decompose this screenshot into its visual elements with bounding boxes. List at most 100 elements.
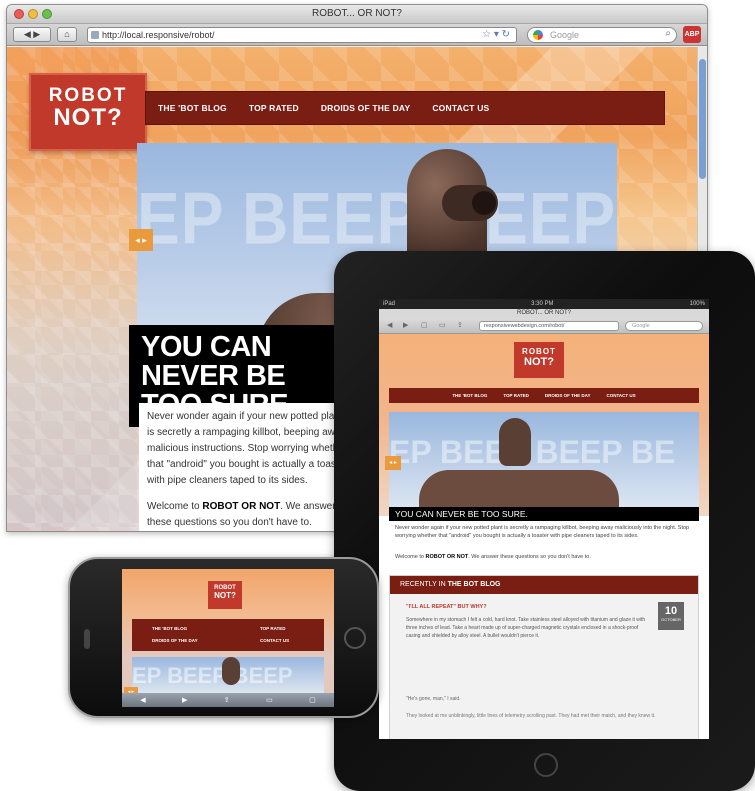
ipad-recent-posts-panel: RECENTLY IN THE BOT BLOG "I'LL ALL REPEA… [389, 575, 699, 739]
iphone-logo-line-2: NOT? [214, 591, 236, 600]
browser-toolbar: ◀ ▶ ⌂ http://local.responsive/robot/ ☆ ▾… [7, 24, 707, 46]
iphone-speaker-grille [84, 629, 90, 649]
iphone-site-logo[interactable]: ROBOT NOT? [208, 581, 242, 609]
iphone-home-button[interactable] [344, 627, 366, 649]
ipad-main-nav: THE 'BOT BLOG TOP RATED DROIDS OF THE DA… [389, 388, 699, 403]
ipad-share-icon[interactable]: ⇪ [457, 321, 463, 329]
ipad-nav-item-bot-blog[interactable]: THE 'BOT BLOG [452, 393, 487, 398]
ipad-carrier: iPad [383, 301, 396, 307]
iphone-back-icon[interactable]: ◀ [140, 696, 145, 704]
ipad-panel-heading: RECENTLY IN THE BOT BLOG [390, 576, 698, 594]
nav-item-bot-blog[interactable]: THE 'BOT BLOG [158, 103, 227, 113]
ipad-welcome-prefix: Welcome to [395, 554, 424, 560]
iphone-share-icon[interactable]: ⇪ [224, 696, 230, 704]
site-logo[interactable]: ROBOT NOT? [29, 73, 147, 151]
welcome-brand: ROBOT OR NOT [202, 501, 281, 512]
ipad-robot-head-graphic [499, 418, 531, 466]
iphone-main-nav: THE 'BOT BLOG DROIDS OF THE DAY TOP RATE… [132, 619, 324, 651]
ipad-screen: iPad 3:30 PM 100% ROBOT... OR NOT? ◀ ▶ ▢… [379, 299, 709, 739]
intro-text-block: Never wonder again if your new potted pl… [139, 403, 359, 531]
scrollbar-thumb[interactable] [699, 59, 706, 179]
ipad-robot-body-graphic [419, 470, 619, 507]
ipad-pages-icon[interactable]: ▢ [421, 321, 428, 329]
address-url: http://local.responsive/robot/ [102, 30, 215, 40]
ipad-forward-icon[interactable]: ▶ [403, 321, 408, 329]
main-nav: THE 'BOT BLOG TOP RATED DROIDS OF THE DA… [145, 91, 665, 125]
ipad-welcome-suffix: . We answer these questions so you don't… [468, 554, 591, 560]
google-icon [533, 30, 543, 40]
iphone-nav-item-top-rated[interactable]: TOP RATED [260, 626, 286, 631]
ipad-post-more: They looked at me unblinkingly, little l… [406, 713, 656, 719]
ipad-nav-item-contact[interactable]: CONTACT US [607, 393, 636, 398]
ipad-home-button[interactable] [534, 753, 558, 777]
iphone-nav-item-contact[interactable]: CONTACT US [260, 638, 289, 643]
ipad-post-title[interactable]: "I'LL ALL REPEAT" BUT WHY? [406, 604, 487, 610]
ipad-date-month: OCTOBER [661, 617, 681, 622]
back-forward-button[interactable]: ◀ ▶ [13, 27, 51, 42]
iphone-bookmarks-icon[interactable]: ▭ [266, 696, 273, 704]
home-button[interactable]: ⌂ [57, 27, 77, 42]
nav-item-top-rated[interactable]: TOP RATED [249, 103, 299, 113]
favicon-icon [91, 31, 99, 39]
iphone-robot-head-graphic [222, 657, 240, 685]
iphone-screen: ROBOT NOT? THE 'BOT BLOG DROIDS OF THE D… [122, 569, 334, 707]
iphone-hero-background-text: EP BEEP BEEP [132, 663, 293, 688]
slider-arrows-button[interactable]: ◂ ▸ [129, 229, 153, 251]
iphone-hero-image: EP BEEP BEEP [132, 657, 324, 693]
welcome-prefix: Welcome to [147, 501, 200, 512]
ipad-post-quote: "He's gone, man," I said. [406, 696, 461, 702]
bookmark-star-icon[interactable]: ☆ ▾ ↻ [482, 28, 510, 42]
iphone-device: ROBOT NOT? THE 'BOT BLOG DROIDS OF THE D… [68, 557, 379, 718]
ipad-logo-line-1: ROBOT [522, 347, 556, 356]
iphone-forward-icon[interactable]: ▶ [182, 696, 187, 704]
ipad-battery: 100% [689, 301, 705, 307]
ipad-nav-item-top-rated[interactable]: TOP RATED [503, 393, 529, 398]
ipad-hero-background-text: EP BEEP BEEP BE [389, 434, 676, 470]
search-icon[interactable]: ⌕ [665, 27, 671, 41]
ipad-page-viewport: ROBOT NOT? THE 'BOT BLOG TOP RATED DROID… [379, 334, 709, 739]
robot-lens-graphic [472, 191, 496, 215]
ipad-time: 3:30 PM [531, 301, 554, 307]
search-placeholder: Google [550, 30, 580, 40]
ipad-panel-brand: THE BOT BLOG [447, 581, 501, 588]
ipad-panel-prefix: RECENTLY IN [400, 581, 446, 588]
iphone-nav-item-bot-blog[interactable]: THE 'BOT BLOG [152, 626, 187, 631]
address-bar[interactable]: http://local.responsive/robot/ ☆ ▾ ↻ [87, 27, 517, 43]
iphone-pages-icon[interactable]: ▢ [309, 696, 316, 704]
ipad-post-excerpt: Somewhere in my stomach I felt a cold, h… [406, 617, 646, 639]
ipad-welcome-paragraph: Welcome to ROBOT OR NOT. We answer these… [395, 554, 591, 560]
search-field[interactable]: Google ⌕ [527, 27, 677, 43]
ipad-bookmarks-icon[interactable]: ▭ [439, 321, 446, 329]
iphone-page-viewport: ROBOT NOT? THE 'BOT BLOG DROIDS OF THE D… [122, 569, 334, 693]
hero-background-text: EP BEEP BEEP BEEP [137, 176, 617, 260]
intro-paragraph: Never wonder again if your new potted pl… [147, 411, 348, 486]
ipad-welcome-brand: ROBOT OR NOT [425, 554, 469, 560]
ipad-hero-headline: YOU CAN NEVER BE TOO SURE. [389, 507, 699, 521]
headline-line-1: YOU CAN NEVER BE [141, 331, 286, 392]
window-titlebar: ROBOT... OR NOT? [7, 5, 707, 24]
ipad-logo-line-2: NOT? [524, 356, 554, 368]
nav-item-droids-of-the-day[interactable]: DROIDS OF THE DAY [321, 103, 411, 113]
window-title: ROBOT... OR NOT? [311, 8, 402, 19]
iphone-safari-toolbar: ◀ ▶ ⇪ ▭ ▢ [122, 693, 334, 707]
nav-item-contact-us[interactable]: CONTACT US [432, 103, 489, 113]
welcome-paragraph: Welcome to ROBOT OR NOT. We answer these… [147, 499, 351, 531]
ipad-search-field[interactable]: Google [625, 321, 703, 331]
iphone-nav-item-droids[interactable]: DROIDS OF THE DAY [152, 638, 198, 643]
ipad-back-icon[interactable]: ◀ [387, 321, 392, 329]
ipad-status-bar: iPad 3:30 PM 100% [379, 299, 709, 309]
ipad-post-date-badge: 10 OCTOBER [658, 602, 684, 630]
ipad-device: iPad 3:30 PM 100% ROBOT... OR NOT? ◀ ▶ ▢… [334, 251, 755, 791]
ipad-page-title: ROBOT... OR NOT? [379, 309, 709, 318]
ipad-intro-paragraph: Never wonder again if your new potted pl… [395, 525, 690, 539]
adblock-icon[interactable]: ABP [683, 26, 701, 43]
ipad-slider-arrows-button[interactable]: ◂ ▸ [385, 456, 401, 470]
ipad-date-day: 10 [664, 605, 678, 617]
ipad-safari-toolbar: ◀ ▶ ▢ ▭ ⇪ responsivewebdesign.com/robot/… [379, 318, 709, 334]
logo-line-2: NOT? [53, 104, 123, 131]
ipad-site-logo[interactable]: ROBOT NOT? [514, 342, 564, 378]
ipad-hero-image: EP BEEP BEEP BE [389, 412, 699, 507]
logo-line-1: ROBOT [48, 85, 128, 106]
ipad-nav-item-droids[interactable]: DROIDS OF THE DAY [545, 393, 591, 398]
ipad-address-bar[interactable]: responsivewebdesign.com/robot/ [479, 321, 619, 331]
